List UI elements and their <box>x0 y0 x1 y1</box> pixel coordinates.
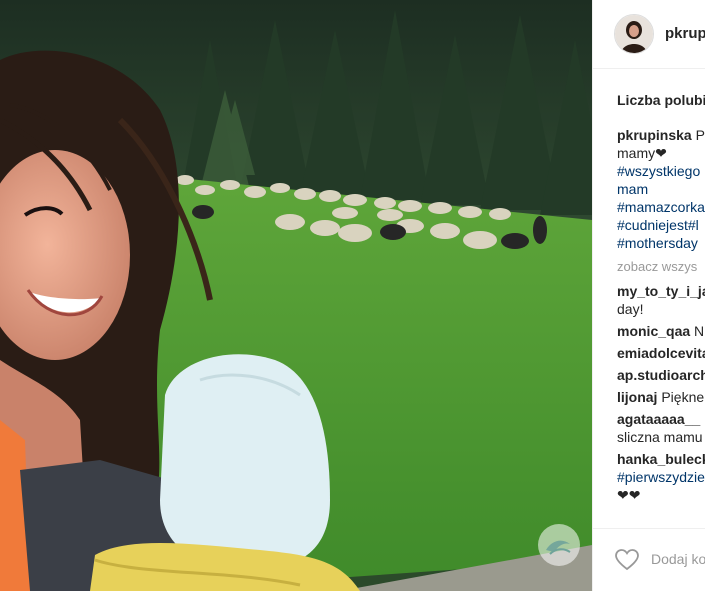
comment-item: emiadolcevita <box>617 344 705 362</box>
username-link[interactable]: pkrupi <box>665 25 705 42</box>
hashtag-link[interactable]: #pierwszydzie <box>617 468 705 486</box>
comment-item: monic_qaa N <box>617 322 705 340</box>
comment-item: my_to_ty_i_ja day! <box>617 282 705 318</box>
comment-username[interactable]: hanka_bulecka <box>617 451 705 467</box>
comment-text: day! <box>617 301 644 317</box>
hashtag-link[interactable]: #mamazcorka <box>617 198 705 216</box>
photo-scene <box>0 0 592 591</box>
comment-text: Piękne <box>661 389 705 405</box>
comment-username[interactable]: agataaaaa__ <box>617 411 700 427</box>
caption-username[interactable]: pkrupinska <box>617 127 692 143</box>
comment-username[interactable]: lijonaj <box>617 389 657 405</box>
heart-outline-icon[interactable] <box>615 549 639 571</box>
watermark-logo-icon <box>538 524 580 566</box>
comment-text: sliczna mamu <box>617 429 703 445</box>
hashtag-link[interactable]: #mothersday <box>617 234 705 252</box>
caption-line: pkrupinska Pi <box>617 126 705 144</box>
comment-text: N <box>694 323 705 339</box>
hashtag-link[interactable]: mam <box>617 180 705 198</box>
hashtag-link[interactable]: #cudniejest#l <box>617 216 705 234</box>
likes-count[interactable]: Liczba polubi <box>617 92 705 108</box>
comment-item: lijonaj Piękne <box>617 388 705 406</box>
view-all-comments-link[interactable]: zobacz wszys <box>617 258 705 276</box>
comment-bar: Dodaj ko <box>593 528 705 591</box>
post-header: pkrupi <box>593 0 705 69</box>
post-sidebar: pkrupi Liczba polubi pkrupinska Pi mamy❤… <box>592 0 705 591</box>
comment-username[interactable]: ap.studioarch <box>617 367 705 383</box>
comment-username[interactable]: monic_qaa <box>617 323 690 339</box>
caption-text: Pi <box>695 127 705 143</box>
post-photo[interactable] <box>0 0 592 591</box>
avatar[interactable] <box>614 14 654 54</box>
comment-username[interactable]: my_to_ty_i_ja <box>617 283 705 299</box>
hashtag-link[interactable]: #wszystkiego <box>617 162 705 180</box>
caption-text-line: mamy❤ <box>617 145 667 161</box>
comment-text: ❤❤ <box>617 487 641 503</box>
comment-item: ap.studioarch <box>617 366 705 384</box>
comment-username[interactable]: emiadolcevita <box>617 345 705 361</box>
comments-list: pkrupinska Pi mamy❤ #wszystkiego mam #ma… <box>617 126 705 508</box>
avatar-image <box>615 15 653 53</box>
add-comment-input[interactable]: Dodaj ko <box>651 551 705 567</box>
comment-item: agataaaaa__ sliczna mamu <box>617 410 705 446</box>
comment-item: hanka_bulecka #pierwszydzie ❤❤ <box>617 450 705 504</box>
